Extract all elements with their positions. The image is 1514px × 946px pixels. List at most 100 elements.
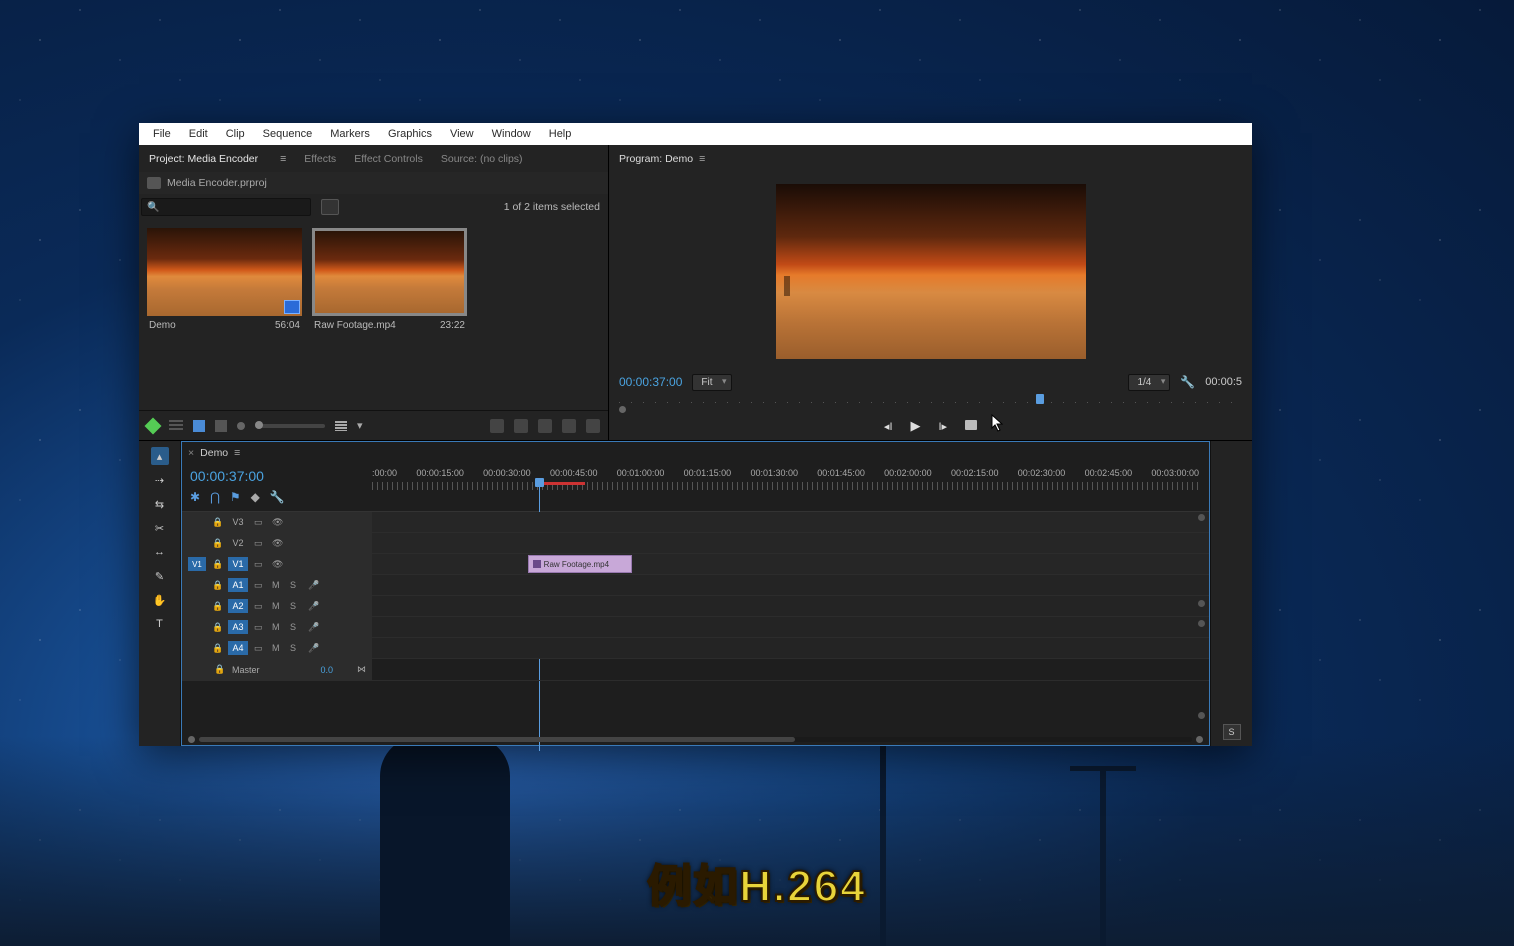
play-button[interactable]: ▶	[911, 418, 921, 434]
settings-icon[interactable]: 🔧	[270, 490, 285, 504]
voiceover-icon[interactable]: 🎤	[308, 601, 319, 612]
toggle-output-icon[interactable]: ▭	[254, 622, 266, 633]
solo-button[interactable]: S	[290, 622, 302, 632]
resolution-select[interactable]: 1/4	[1128, 374, 1170, 391]
voiceover-icon[interactable]: 🎤	[308, 643, 319, 654]
track-target[interactable]: V1	[228, 557, 248, 571]
timeline-timecode[interactable]: 00:00:37:00	[190, 468, 364, 484]
track-target[interactable]: V2	[228, 536, 248, 550]
track-select-tool[interactable]: ⇢	[151, 471, 169, 489]
selection-tool[interactable]: ▴	[151, 447, 169, 465]
tab-source[interactable]: Source: (no clips)	[441, 153, 523, 165]
source-patch[interactable]: V1	[188, 557, 206, 571]
step-forward-button[interactable]: I▸	[939, 420, 948, 433]
search-input[interactable]	[141, 198, 311, 216]
bin-item[interactable]: Demo 56:04	[147, 228, 302, 402]
toggle-output-icon[interactable]: ▭	[254, 643, 266, 654]
lock-icon[interactable]: 🔒	[212, 601, 222, 612]
new-bin-icon[interactable]	[538, 419, 552, 433]
insert-icon[interactable]: ✱	[190, 490, 200, 504]
ripple-tool[interactable]: ⇆	[151, 495, 169, 513]
lock-icon[interactable]: 🔒	[212, 559, 222, 570]
mute-button[interactable]: M	[272, 580, 284, 590]
track-target[interactable]: A1	[228, 578, 248, 592]
export-frame-button[interactable]	[965, 420, 977, 433]
slip-tool[interactable]: ↔	[151, 543, 169, 561]
panel-menu-icon[interactable]: ≡	[234, 447, 240, 459]
track-target[interactable]: V3	[228, 515, 248, 529]
zoom-slider[interactable]	[255, 424, 325, 428]
timeline-ruler[interactable]: :00:0000:00:15:0000:00:30:0000:00:45:000…	[372, 464, 1209, 511]
tab-project[interactable]: Project: Media Encoder	[149, 153, 258, 165]
lock-icon[interactable]: 🔒	[212, 643, 222, 654]
lock-icon[interactable]: 🔒	[212, 517, 222, 528]
menu-sequence[interactable]: Sequence	[255, 125, 321, 143]
scroll-thumb[interactable]	[199, 737, 795, 742]
master-value[interactable]: 0.0	[320, 665, 333, 675]
automate-icon[interactable]	[490, 419, 504, 433]
sequence-tab[interactable]: Demo	[200, 447, 228, 459]
tab-program[interactable]: Program: Demo	[619, 153, 693, 165]
solo-button[interactable]: S	[290, 643, 302, 653]
write-enable-icon[interactable]	[145, 417, 162, 434]
bowtie-icon[interactable]: ⋈	[357, 664, 366, 675]
tab-effects[interactable]: Effects	[304, 153, 336, 165]
lock-icon[interactable]: 🔒	[214, 664, 224, 675]
toggle-output-icon[interactable]: ▭	[254, 538, 266, 549]
timeline-clip[interactable]: Raw Footage.mp4	[528, 555, 633, 573]
menu-help[interactable]: Help	[541, 125, 580, 143]
zoom-in-dot[interactable]	[1196, 736, 1203, 743]
step-back-button[interactable]: ◂I	[884, 420, 893, 433]
track-target[interactable]: A4	[228, 641, 248, 655]
panel-menu-icon[interactable]: ≡	[280, 153, 286, 165]
toggle-sync-icon[interactable]: 👁	[272, 559, 284, 570]
timeline-scrollbar[interactable]	[182, 733, 1209, 745]
tab-effect-controls[interactable]: Effect Controls	[354, 153, 423, 165]
linked-selection-icon[interactable]: ⚑	[230, 490, 241, 504]
program-scrubber[interactable]	[619, 394, 1242, 412]
toggle-sync-icon[interactable]: 👁	[272, 538, 284, 549]
voiceover-icon[interactable]: 🎤	[308, 580, 319, 591]
toggle-output-icon[interactable]: ▭	[254, 601, 266, 612]
new-item-icon[interactable]	[562, 419, 576, 433]
close-tab-icon[interactable]: ×	[188, 447, 194, 459]
program-frame[interactable]	[776, 184, 1086, 359]
marker-icon[interactable]: ◆	[251, 490, 260, 504]
mute-button[interactable]: M	[272, 622, 284, 632]
menu-markers[interactable]: Markers	[322, 125, 378, 143]
hand-tool[interactable]: ✋	[151, 591, 169, 609]
icon-view-icon[interactable]	[193, 420, 205, 432]
project-bins[interactable]: Demo 56:04 Raw Footage.mp4 23:22	[139, 220, 608, 410]
menu-file[interactable]: File	[145, 125, 179, 143]
lock-icon[interactable]: 🔒	[212, 580, 222, 591]
snap-icon[interactable]: ⋂	[210, 490, 220, 504]
panel-menu-icon[interactable]: ≡	[699, 153, 705, 165]
toggle-output-icon[interactable]: ▭	[254, 559, 266, 570]
solo-button[interactable]: S	[290, 601, 302, 611]
menu-graphics[interactable]: Graphics	[380, 125, 440, 143]
menu-window[interactable]: Window	[484, 125, 539, 143]
lock-icon[interactable]: 🔒	[212, 538, 222, 549]
settings-icon[interactable]: 🔧	[1180, 375, 1195, 389]
new-bin-button[interactable]	[321, 199, 339, 215]
razor-tool[interactable]: ✂	[151, 519, 169, 537]
freeform-view-icon[interactable]	[215, 420, 227, 432]
lock-icon[interactable]: 🔒	[212, 622, 222, 633]
scrub-handle[interactable]	[1036, 394, 1044, 404]
type-tool[interactable]: T	[151, 615, 169, 633]
track-target[interactable]: A3	[228, 620, 248, 634]
menu-view[interactable]: View	[442, 125, 482, 143]
list-view-icon[interactable]	[169, 420, 183, 432]
trash-icon[interactable]	[586, 419, 600, 433]
solo-button[interactable]: S	[290, 580, 302, 590]
voiceover-icon[interactable]: 🎤	[308, 622, 319, 633]
track-target[interactable]: A2	[228, 599, 248, 613]
pen-tool[interactable]: ✎	[151, 567, 169, 585]
toggle-output-icon[interactable]: ▭	[254, 580, 266, 591]
bin-item[interactable]: Raw Footage.mp4 23:22	[312, 228, 467, 402]
program-timecode[interactable]: 00:00:37:00	[619, 375, 682, 389]
toggle-sync-icon[interactable]: 👁	[272, 517, 284, 528]
toggle-output-icon[interactable]: ▭	[254, 517, 266, 528]
menu-clip[interactable]: Clip	[218, 125, 253, 143]
menu-edit[interactable]: Edit	[181, 125, 216, 143]
